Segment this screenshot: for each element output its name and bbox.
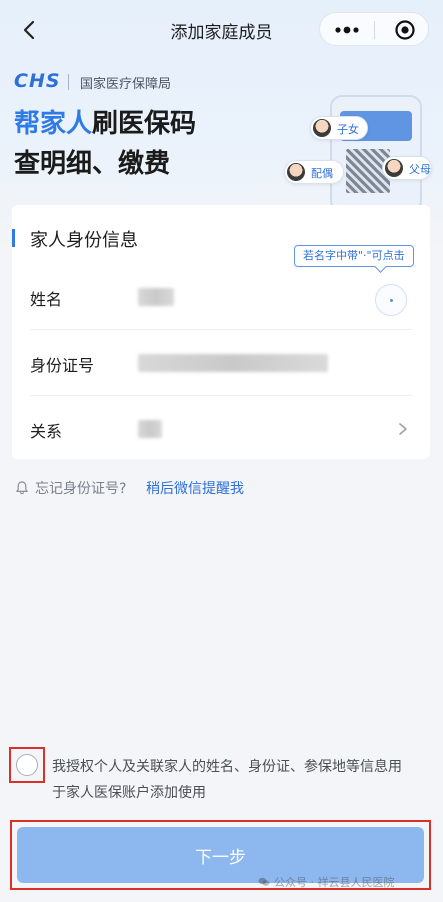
- avatar: [313, 119, 331, 137]
- family-tag-child: 子女: [310, 116, 368, 140]
- org-name: 国家医疗保障局: [80, 77, 172, 92]
- family-info-card: 家人身份信息 若名字中带"·"可点击 姓名 身份证号 关系: [12, 205, 430, 459]
- headline: 帮家人刷医保码 查明细、缴费: [14, 104, 196, 184]
- insert-dot-button[interactable]: [375, 284, 407, 316]
- family-tag-spouse: 配偶: [284, 160, 344, 184]
- brand-divider: [68, 74, 69, 90]
- section-accent-bar: [12, 229, 15, 247]
- phone-illustration: [330, 95, 422, 213]
- consent-radio[interactable]: [16, 754, 38, 776]
- form-row-name: 姓名: [12, 264, 430, 330]
- nav-bar: 添加家庭成员: [0, 0, 443, 60]
- bell-icon: [16, 481, 28, 495]
- form-row-id: 身份证号: [12, 330, 430, 396]
- id-number-label: 身份证号: [30, 356, 95, 375]
- consent-text: 我授权个人及关联家人的姓名、身份证、参保地等信息用于家人医保账户添加使用: [52, 759, 402, 801]
- name-label: 姓名: [30, 290, 63, 309]
- headline-highlight: 帮家人: [14, 109, 93, 139]
- id-number-field[interactable]: [138, 354, 328, 372]
- relation-label: 关系: [30, 422, 63, 441]
- family-tag-parents: 父母: [382, 156, 432, 180]
- watermark: 公众号 · 祥云县人民医院: [258, 874, 395, 890]
- forgot-id-question: 忘记身份证号?: [35, 481, 127, 497]
- form-row-relation[interactable]: 关系: [12, 396, 430, 462]
- miniprogram-capsule: [319, 12, 429, 46]
- consent-highlight-frame: [9, 747, 45, 783]
- headline-line2: 查明细、缴费: [14, 149, 171, 179]
- relation-value: [138, 420, 162, 438]
- name-field[interactable]: [138, 288, 174, 306]
- capsule-divider: [374, 21, 375, 39]
- more-icon[interactable]: [332, 20, 362, 40]
- remind-later-link[interactable]: 稍后微信提醒我: [146, 478, 244, 498]
- chs-logo: CHS: [14, 70, 61, 92]
- section-title: 家人身份信息: [30, 230, 138, 251]
- wechat-icon: [258, 877, 270, 886]
- close-miniprogram-icon[interactable]: [394, 19, 416, 41]
- chevron-right-icon: [399, 423, 407, 435]
- avatar: [287, 163, 305, 181]
- headline-line1-rest: 刷医保码: [92, 109, 197, 139]
- avatar: [385, 159, 403, 177]
